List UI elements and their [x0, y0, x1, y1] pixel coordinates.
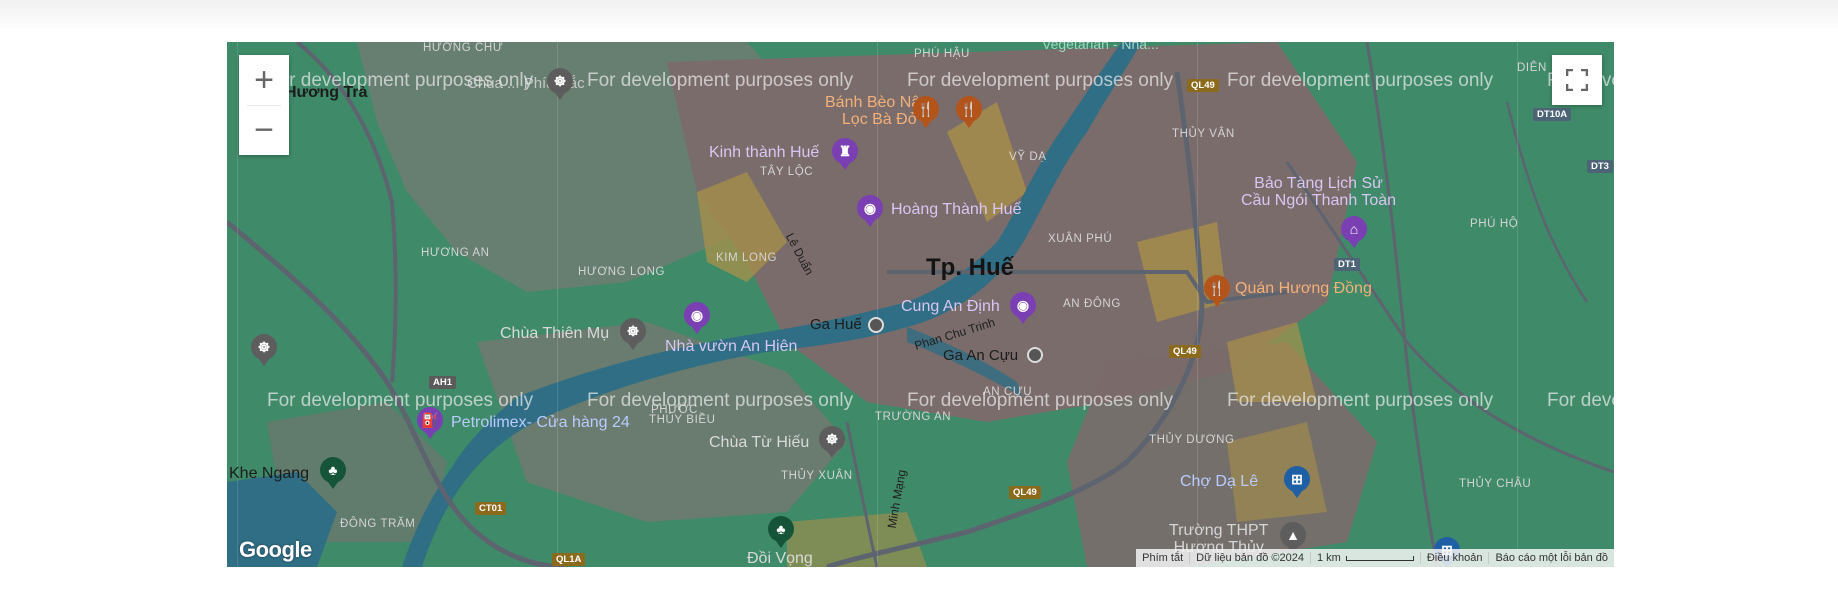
road-shield: QL49 — [1187, 79, 1219, 92]
place-label: Kinh thành Huế — [709, 144, 820, 161]
road-shield: CT01 — [475, 502, 507, 515]
pagoda-pin-icon[interactable]: ☸ — [620, 318, 646, 350]
station-label: Ga Huế — [810, 316, 862, 333]
dev-watermark: For development purposes only — [1227, 70, 1494, 91]
district-label: PHÚ HẬU — [914, 48, 970, 60]
dev-watermark: For development purposes only — [1227, 390, 1494, 411]
google-logo[interactable]: Google — [239, 537, 312, 563]
district-label: KIM LONG — [716, 252, 778, 264]
city-label: Tp. Huế — [926, 254, 1014, 281]
place-label: Chợ Dạ Lê — [1180, 473, 1259, 490]
camera-pin-icon[interactable]: ◉ — [1010, 292, 1036, 324]
district-label: THỦY BIỀU — [649, 414, 716, 426]
place-label: Nhà vườn An Hiên — [665, 338, 798, 355]
district-label: HƯƠNG AN — [421, 247, 490, 259]
place-label: Quán Hương Đồng — [1235, 280, 1372, 297]
plus-icon: + — [254, 60, 274, 99]
district-label: AN ĐÔNG — [1063, 298, 1121, 310]
school-pin-icon[interactable]: ▲ — [1280, 522, 1306, 554]
restaurant-pin-icon[interactable]: 🍴 — [1204, 275, 1230, 307]
place-label: Chùa Thiên Mụ — [500, 325, 610, 342]
district-label: VỸ DẠ — [1009, 151, 1047, 163]
scale-indicator[interactable]: 1 km — [1309, 552, 1420, 564]
dev-watermark: For development purposes only — [587, 390, 854, 411]
district-label: THỦY DƯƠNG — [1149, 434, 1235, 446]
district-label: TÂY LỘC — [760, 166, 814, 178]
place-label: Vegetarian - Nha... — [1042, 42, 1159, 52]
shopping-pin-icon[interactable]: ⊞ — [1284, 466, 1310, 498]
keyboard-shortcuts-link[interactable]: Phím tắt — [1136, 552, 1189, 564]
district-label: ĐÔNG TRĂM — [340, 518, 416, 530]
dev-watermark: For development purposes only — [267, 390, 534, 411]
district-label: PHÚ HỘ — [1470, 218, 1519, 230]
landmark-pin-icon[interactable]: ♜ — [832, 138, 858, 170]
zoom-in-button[interactable]: + — [239, 55, 289, 105]
district-label: THỦY XUÂN — [781, 470, 853, 482]
park-pin-icon[interactable]: ♣ — [320, 457, 346, 489]
road-shield: QL49 — [1009, 486, 1041, 499]
place-label: Đồi Vọng — [747, 550, 813, 567]
train-station-icon[interactable] — [868, 317, 884, 333]
terms-link[interactable]: Điều khoản — [1419, 552, 1489, 564]
dev-watermark: For development purposes only — [907, 390, 1174, 411]
scale-label: 1 km — [1316, 552, 1341, 564]
district-label: TRƯỜNG AN — [875, 411, 952, 423]
fullscreen-icon — [1566, 69, 1588, 91]
restaurant-pin-icon[interactable]: 🍴 — [956, 96, 982, 128]
dev-watermark: For development purposes only — [1547, 390, 1614, 411]
report-error-link[interactable]: Báo cáo một lỗi bản đồ — [1488, 552, 1614, 564]
district-label: HƯƠNG CHỮ — [423, 42, 504, 54]
place-label: Chùa Từ Hiếu — [709, 434, 810, 451]
place-label: Hoàng Thành Huế — [891, 201, 1022, 218]
place-label: Khe Ngang — [229, 465, 310, 482]
camera-pin-icon[interactable]: ◉ — [857, 195, 883, 227]
pagoda-pin-icon[interactable]: ☸ — [819, 426, 845, 458]
dev-watermark: For development purposes only — [587, 70, 854, 91]
district-label: DIÊN — [1517, 62, 1547, 74]
minus-icon: − — [254, 110, 274, 149]
place-label: Cung An Định — [901, 298, 1000, 315]
road-shield: QL49 — [1169, 345, 1201, 358]
scale-bar — [1345, 555, 1414, 561]
restaurant-pin-icon[interactable]: 🍴 — [913, 96, 939, 128]
place-label: Petrolimex- Cửa hàng 24 — [451, 414, 630, 431]
page-header-shadow — [0, 0, 1838, 28]
road-shield: DT1 — [1334, 258, 1360, 271]
map-viewport[interactable]: HƯƠNG CHỮ PHÚ HẬU TÂY LỘC VỸ DẠ THỦY VÂN… — [227, 42, 1614, 567]
district-label: THỦY CHÂU — [1459, 478, 1532, 490]
attribution-bar: Phím tắt Dữ liệu bản đồ ©2024 1 km Điều … — [1136, 549, 1614, 567]
tile-boundary — [557, 42, 558, 567]
map-data-credit: Dữ liệu bản đồ ©2024 — [1189, 552, 1310, 564]
zoom-out-button[interactable]: − — [239, 105, 289, 155]
tile-boundary — [237, 42, 238, 567]
museum-pin-icon[interactable]: ⌂ — [1341, 216, 1367, 248]
road-shield: QL1A — [552, 553, 586, 566]
road-shield: DT10A — [1533, 108, 1572, 121]
train-station-icon[interactable] — [1027, 347, 1043, 363]
road-shield: DT3 — [1587, 160, 1613, 173]
place-label: Bảo Tàng Lịch Sử Cầu Ngói Thanh Toàn — [1241, 175, 1397, 209]
dev-watermark: For development purposes only — [267, 70, 534, 91]
pagoda-pin-icon[interactable]: ☸ — [251, 334, 277, 366]
zoom-control: + − — [239, 55, 289, 155]
station-label: Ga An Cựu — [943, 347, 1019, 364]
dev-watermark: For development purposes only — [907, 70, 1174, 91]
district-label: THỦY VÂN — [1172, 128, 1235, 140]
camera-pin-icon[interactable]: ◉ — [684, 302, 710, 334]
district-label: HƯƠNG LONG — [578, 266, 666, 278]
district-label: XUÂN PHÚ — [1048, 233, 1113, 245]
fullscreen-button[interactable] — [1552, 55, 1602, 105]
pagoda-pin-icon[interactable]: ☸ — [547, 68, 573, 100]
park-pin-icon[interactable]: ♣ — [768, 516, 794, 548]
road-shield: AH1 — [429, 376, 457, 389]
